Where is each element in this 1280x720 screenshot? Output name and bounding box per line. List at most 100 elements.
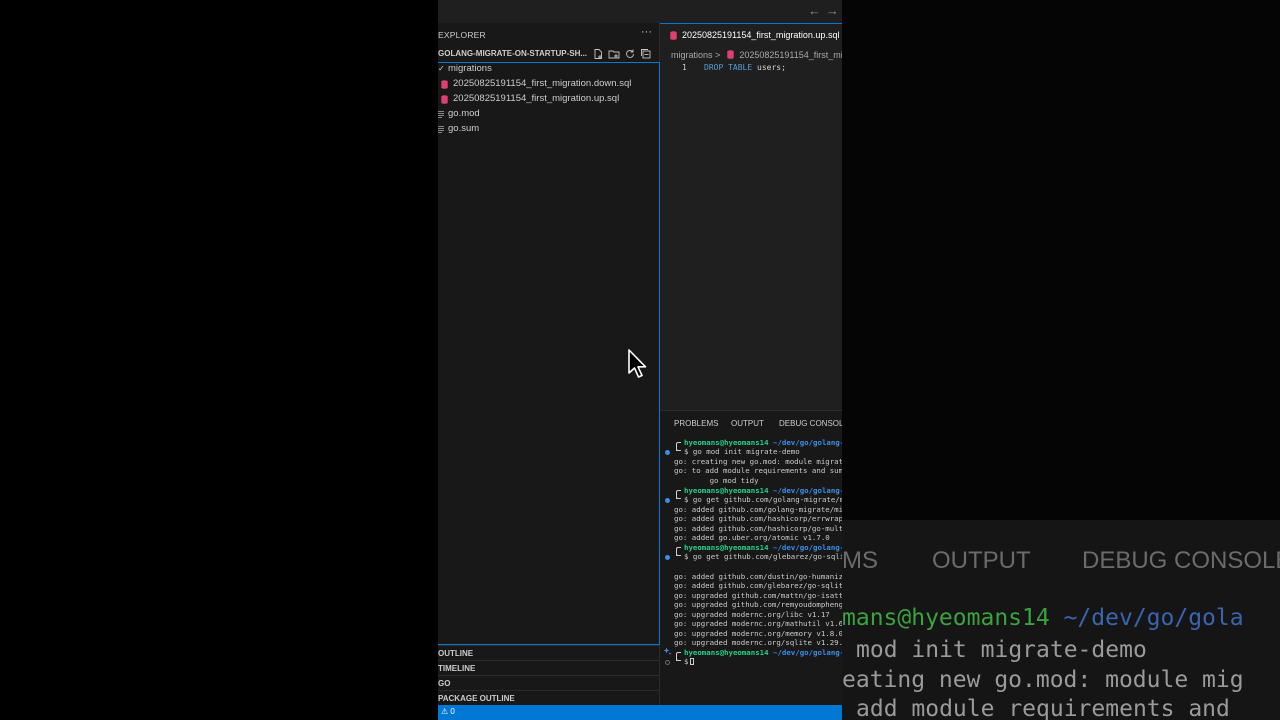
tree-file-go-mod[interactable]: go.mod	[438, 107, 660, 122]
status-bar: ⚠ 0	[438, 705, 842, 720]
zoom-tab-problems: MS	[842, 547, 878, 574]
zoom-path: ~/dev/go/gola	[1063, 605, 1244, 631]
prompt-path: ~/dev/go/golang-migrate-on-startup-short	[773, 648, 842, 657]
prompt-user: hyeomans@hyeomans14	[684, 486, 769, 495]
tree-file-go-sum[interactable]: go.sum	[438, 122, 660, 137]
bottom-panel: PROBLEMS OUTPUT DEBUG CONSOLE hyeomans@h…	[660, 410, 842, 705]
editor-tab-label: 20250825191154_first_migration.up.sql	[682, 30, 840, 40]
section-label: GO	[438, 679, 451, 688]
terminal-output-line: go: to add module requirements and sums:	[674, 466, 842, 475]
prompt-corner	[676, 446, 681, 451]
section-timeline[interactable]: TIMELINE	[438, 660, 660, 675]
terminal-prompt: hyeomans@hyeomans14 ~/dev/go/golang-migr…	[684, 438, 842, 447]
file-lines-icon	[438, 126, 444, 133]
terminal[interactable]: hyeomans@hyeomans14 ~/dev/go/golang-migr…	[660, 436, 842, 696]
terminal-output-line: go: added github.com/glebarez/go-sqlite …	[674, 581, 842, 590]
refresh-icon[interactable]	[624, 48, 636, 60]
command-text: go get github.com/glebarez/go-sqlite	[692, 552, 842, 561]
mouse-pointer-icon	[628, 349, 647, 378]
tree-item-label: go.sum	[448, 123, 480, 134]
terminal-command: $ go get github.com/golang-migrate/migra…	[684, 495, 842, 504]
code-text: DROP TABLE users;	[704, 63, 786, 72]
section-label: PACKAGE OUTLINE	[438, 694, 515, 703]
breadcrumb-file[interactable]: 20250825191154_first_migration.up.sql	[739, 50, 842, 60]
collapse-all-icon[interactable]	[640, 48, 652, 60]
terminal-output-line: go: added github.com/hashicorp/errwrap v…	[674, 514, 842, 523]
prompt-path: ~/dev/go/golang-migrate-on-startup-short	[773, 543, 842, 552]
database-icon	[727, 50, 734, 59]
more-actions-icon[interactable]: ···	[641, 26, 652, 38]
keyword-table: TABLE	[728, 63, 753, 72]
tab-output[interactable]: OUTPUT	[731, 419, 764, 428]
database-icon	[441, 80, 448, 89]
tree-file-down-sql[interactable]: 20250825191154_first_migration.down.sql	[438, 77, 660, 92]
breadcrumb-folder[interactable]: migrations	[671, 50, 713, 60]
terminal-output-line: go: upgraded modernc.org/mathutil v1.6.0	[674, 619, 842, 628]
sparkle-icon[interactable]	[663, 647, 672, 656]
section-go[interactable]: GO	[438, 675, 660, 690]
status-problems[interactable]: ⚠ 0	[441, 707, 455, 716]
warning-icon: ⚠	[441, 707, 449, 716]
new-file-icon[interactable]	[592, 48, 604, 60]
zoom-panel: MS OUTPUT DEBUG CONSOLE mans@hyeomans14 …	[842, 520, 1280, 720]
workspace-header[interactable]: GOLANG-MIGRATE-ON-STARTUP-SH...	[438, 48, 660, 62]
terminal-output-line: go mod tidy	[674, 476, 759, 485]
prompt-corner	[676, 494, 681, 499]
section-label: TIMELINE	[438, 664, 476, 673]
explorer-title: EXPLORER	[438, 30, 486, 40]
prompt-user: hyeomans@hyeomans14	[684, 438, 769, 447]
prompt-path: ~/dev/go/golang-migrate-on-startup-short	[773, 438, 842, 447]
keyword-drop: DROP	[704, 63, 724, 72]
section-package-outline[interactable]: PACKAGE OUTLINE	[438, 690, 660, 705]
workspace-name: GOLANG-MIGRATE-ON-STARTUP-SH...	[438, 49, 588, 58]
editor-area: 20250825191154_first_migration.up.sql mi…	[660, 23, 842, 410]
zoom-line: add module requirements and	[856, 696, 1230, 720]
prompt-user: hyeomans@hyeomans14	[684, 543, 769, 552]
command-success-icon[interactable]	[665, 450, 670, 455]
terminal-input[interactable]: $	[684, 657, 695, 666]
zoom-tab-debug: DEBUG CONSOLE	[1082, 547, 1280, 574]
terminal-output-line: go: added go.uber.org/atomic v1.7.0	[674, 533, 830, 542]
tree-folder-migrations[interactable]: ✓ migrations	[438, 62, 660, 77]
command-text: go get github.com/golang-migrate/migrate…	[692, 495, 842, 504]
forward-arrow-icon[interactable]: →	[826, 3, 839, 18]
terminal-output-line: go: upgraded modernc.org/sqlite v1.29.0	[674, 638, 842, 647]
database-icon	[441, 95, 448, 104]
command-pending-icon[interactable]	[665, 660, 670, 665]
prompt-path: ~/dev/go/golang-migrate-on-startup-short	[773, 486, 842, 495]
zoom-tab-output: OUTPUT	[932, 547, 1031, 574]
tab-problems[interactable]: PROBLEMS	[674, 419, 718, 428]
command-success-icon[interactable]	[665, 498, 670, 503]
tree-item-label: 20250825191154_first_migration.down.sql	[453, 78, 632, 89]
section-label: OUTLINE	[438, 649, 474, 658]
prompt-user: hyeomans@hyeomans14	[684, 648, 769, 657]
editor-tab-bar: 20250825191154_first_migration.up.sql	[660, 23, 842, 46]
back-arrow-icon[interactable]: ←	[808, 3, 821, 18]
new-folder-icon[interactable]	[608, 48, 620, 60]
zoom-user: mans@hyeomans14	[842, 605, 1050, 631]
tree-item-label: go.mod	[448, 108, 480, 119]
terminal-command: $ go mod init migrate-demo	[684, 447, 800, 456]
terminal-cursor	[690, 658, 695, 665]
code-line[interactable]: 1 DROP TABLE users;	[660, 63, 842, 76]
terminal-prompt: hyeomans@hyeomans14 ~/dev/go/golang-migr…	[684, 486, 842, 495]
prompt-corner	[676, 656, 681, 661]
tree-file-up-sql[interactable]: 20250825191154_first_migration.up.sql	[438, 92, 660, 107]
section-outline[interactable]: OUTLINE	[438, 645, 660, 660]
prompt-corner	[676, 551, 681, 556]
command-success-icon[interactable]	[665, 555, 670, 560]
problems-count: 0	[450, 707, 455, 716]
editor-tab-active[interactable]: 20250825191154_first_migration.up.sql	[660, 23, 842, 46]
terminal-prompt: hyeomans@hyeomans14 ~/dev/go/golang-migr…	[684, 543, 842, 552]
command-text: go mod init migrate-demo	[692, 447, 800, 456]
tab-debug-console[interactable]: DEBUG CONSOLE	[779, 419, 842, 428]
breadcrumb: migrations > 20250825191154_first_migrat…	[671, 49, 842, 60]
terminal-output-line: go: upgraded github.com/remyoudompheng/b…	[674, 600, 842, 609]
zoom-line: eating new go.mod: module mig	[842, 667, 1244, 693]
chevron-down-icon: ✓	[438, 64, 445, 73]
identifier-users: users;	[757, 63, 786, 72]
tree-item-label: 20250825191154_first_migration.up.sql	[453, 93, 620, 104]
database-icon	[670, 31, 677, 40]
terminal-command: $ go get github.com/glebarez/go-sqlite	[684, 552, 842, 561]
breadcrumb-separator: >	[715, 50, 721, 60]
